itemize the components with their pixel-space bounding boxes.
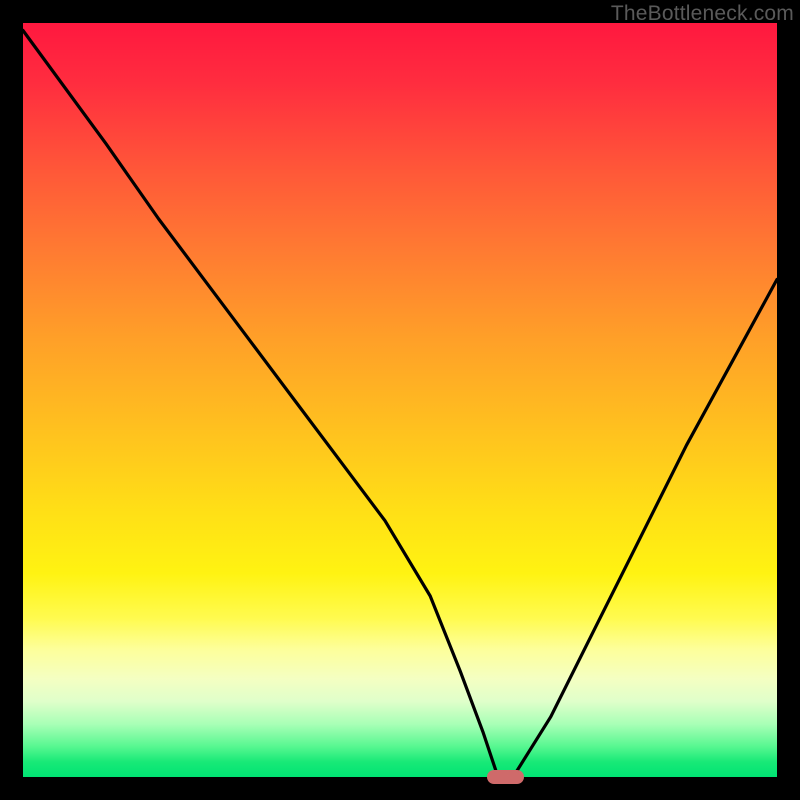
chart-frame: TheBottleneck.com	[0, 0, 800, 800]
optimal-point-marker	[487, 770, 525, 784]
watermark-text: TheBottleneck.com	[611, 2, 794, 26]
plot-area	[23, 23, 777, 777]
bottleneck-curve	[23, 23, 777, 777]
